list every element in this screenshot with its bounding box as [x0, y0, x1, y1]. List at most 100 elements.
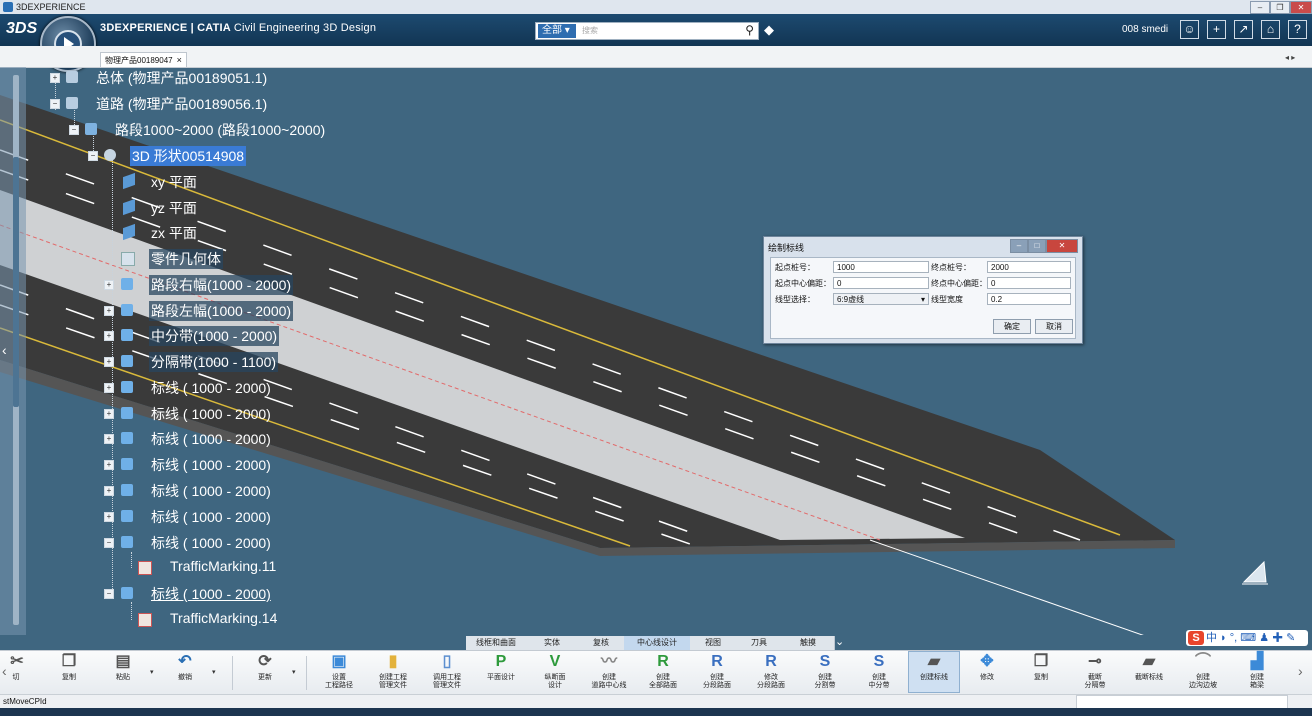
tab-nav-arrows[interactable]: ◂ ▸	[1285, 53, 1295, 62]
tab-view[interactable]: 视图	[690, 636, 737, 650]
collapse-icon[interactable]: −	[104, 589, 114, 599]
tab-solid[interactable]: 实体	[526, 636, 579, 650]
create-all-pavement-button[interactable]: R 创建 全部路面	[638, 652, 688, 690]
separator-strip-icon: S	[819, 653, 831, 670]
plus-icon[interactable]: +	[1207, 20, 1226, 39]
collapse-icon[interactable]: −	[88, 151, 98, 161]
action-bar-next-icon[interactable]: ›	[1298, 663, 1303, 679]
tree-scrollbar[interactable]: ‹	[0, 67, 26, 635]
copy-marking-label: 复制	[1034, 674, 1048, 681]
expand-icon[interactable]: +	[104, 409, 114, 419]
tree-node-label: 路段右幅(1000 - 2000)	[149, 275, 294, 295]
tab-review[interactable]: 复核	[578, 636, 625, 650]
dialog-maximize-button[interactable]: □	[1028, 239, 1046, 253]
tab-centerline-design[interactable]: 中心线设计	[624, 636, 691, 650]
expand-icon[interactable]: +	[104, 280, 114, 290]
scroll-thumb[interactable]	[13, 157, 19, 407]
tab-close-icon[interactable]: ×	[177, 55, 182, 65]
paste-dropdown-icon[interactable]: ▾	[150, 668, 154, 676]
tree-node-label: 中分带(1000 - 2000)	[149, 326, 280, 346]
user-icon[interactable]: ☺	[1180, 20, 1199, 39]
collapse-icon[interactable]: −	[50, 99, 60, 109]
close-button[interactable]: ✕	[1290, 1, 1312, 14]
modify-button[interactable]: ✥ 修改	[962, 652, 1012, 682]
open-project-file-button[interactable]: ▯ 调用工程 管理文件	[422, 652, 472, 690]
document-tab-label: 物理产品00189047	[105, 56, 173, 65]
dialog-minimize-button[interactable]: –	[1010, 239, 1028, 253]
modify-segment-pavement-button[interactable]: R 修改 分段路面	[746, 652, 796, 690]
share-icon[interactable]: ↗	[1234, 20, 1253, 39]
end-offset-field[interactable]: 0	[987, 277, 1071, 289]
plan-design-button[interactable]: P 平面设计	[476, 652, 526, 682]
set-project-path-button[interactable]: ▣ 设置 工程路径	[314, 652, 364, 690]
tab-wireframe-surface[interactable]: 线框和曲面	[466, 636, 527, 650]
expand-icon[interactable]: +	[104, 383, 114, 393]
update-button[interactable]: ⟳ 更新	[240, 652, 290, 682]
ime-toolbar[interactable]: S中 ◗ °, ⌨ ♟ ✚ ✎	[1186, 630, 1308, 646]
search-icon[interactable]: ⚲	[745, 23, 754, 37]
profile-design-button[interactable]: V 纵断面 设计	[530, 652, 580, 690]
create-project-file-label: 创建工程 管理文件	[379, 674, 407, 689]
expand-icon[interactable]: +	[104, 512, 114, 522]
paste-button[interactable]: ▤ 粘贴	[98, 652, 148, 682]
undo-dropdown-icon[interactable]: ▾	[212, 668, 216, 676]
search-scope-dropdown[interactable]: 全部 ▾	[538, 24, 576, 38]
cancel-button[interactable]: 取消	[1035, 319, 1073, 334]
expand-icon[interactable]: +	[104, 486, 114, 496]
create-box-girder-button[interactable]: ▟ 创建 箱梁	[1232, 652, 1282, 690]
expand-icon[interactable]: +	[104, 306, 114, 316]
cut-separator-button[interactable]: ⊸ 截断 分隔带	[1070, 652, 1120, 690]
command-input[interactable]	[1076, 695, 1288, 709]
home-icon[interactable]: ⌂	[1261, 20, 1280, 39]
cut-label: 切	[12, 674, 20, 681]
expand-icon[interactable]: +	[104, 331, 114, 341]
median-icon: S	[873, 653, 885, 670]
tab-touch[interactable]: 触摸	[782, 636, 835, 650]
update-dropdown-icon[interactable]: ▾	[292, 668, 296, 676]
collapse-toolbar-icon[interactable]: ⌄	[835, 635, 844, 648]
compass-ruler-icon[interactable]	[1240, 560, 1270, 586]
create-separator-button[interactable]: S 创建 分割带	[800, 652, 850, 690]
line-type-select[interactable]: 6:9虚线 ▾	[833, 293, 929, 305]
user-name[interactable]: 008 smedi	[1122, 24, 1168, 35]
tree-node-label: 路段左幅(1000 - 2000)	[149, 301, 294, 321]
line-width-field[interactable]: 0.2	[987, 293, 1071, 305]
traffic-marking-icon	[138, 561, 152, 575]
create-project-file-button[interactable]: ▮ 创建工程 管理文件	[368, 652, 418, 690]
start-offset-field[interactable]: 0	[833, 277, 929, 289]
create-segment-pavement-button[interactable]: R 创建 分段路面	[692, 652, 742, 690]
expand-icon[interactable]: +	[50, 73, 60, 83]
document-tab[interactable]: 物理产品00189047 ×	[100, 52, 187, 67]
expand-icon[interactable]: +	[104, 460, 114, 470]
undo-button[interactable]: ↶ 撤销	[160, 652, 210, 682]
tab-tools[interactable]: 刀具	[736, 636, 783, 650]
tag-icon[interactable]: ◆	[764, 22, 774, 38]
expand-icon[interactable]: +	[104, 357, 114, 367]
dialog-close-button[interactable]: ✕	[1046, 239, 1078, 253]
collapse-icon[interactable]: −	[104, 538, 114, 548]
ime-mode-label[interactable]: 中	[1206, 632, 1217, 644]
restore-button[interactable]: ❐	[1270, 1, 1290, 14]
dialog-title: 绘制标线	[768, 243, 805, 253]
search-box[interactable]: 全部 ▾ 搜索 ⚲	[535, 22, 759, 40]
help-icon[interactable]: ?	[1288, 20, 1307, 39]
start-station-field[interactable]: 1000	[833, 261, 929, 273]
cut-button[interactable]: ✂ 切	[6, 652, 26, 682]
collapse-icon[interactable]: −	[69, 125, 79, 135]
cut-separator-label: 截断 分隔带	[1084, 674, 1106, 689]
create-centerline-label: 创建 道路中心线	[591, 674, 627, 689]
collapse-arrow-icon[interactable]: ‹	[2, 342, 7, 358]
ok-button[interactable]: 确定	[993, 319, 1031, 334]
create-marking-button[interactable]: ▰ 创建标线	[908, 651, 960, 693]
expand-icon[interactable]: +	[104, 434, 114, 444]
end-station-field[interactable]: 2000	[987, 261, 1071, 273]
search-input[interactable]: 搜索	[582, 25, 598, 36]
copy-marking-button[interactable]: ❐ 复制	[1016, 652, 1066, 682]
create-median-button[interactable]: S 创建 中分带	[854, 652, 904, 690]
create-ditch-slope-button[interactable]: ⌒ 创建 边沟边坡	[1178, 652, 1228, 690]
geo-set-icon	[121, 355, 133, 367]
minimize-button[interactable]: –	[1250, 1, 1270, 14]
cut-marking-button[interactable]: ▰ 截断标线	[1124, 652, 1174, 682]
copy-button[interactable]: ❐ 复制	[44, 652, 94, 682]
create-centerline-button[interactable]: 〰创建 道路中心线	[584, 652, 634, 690]
